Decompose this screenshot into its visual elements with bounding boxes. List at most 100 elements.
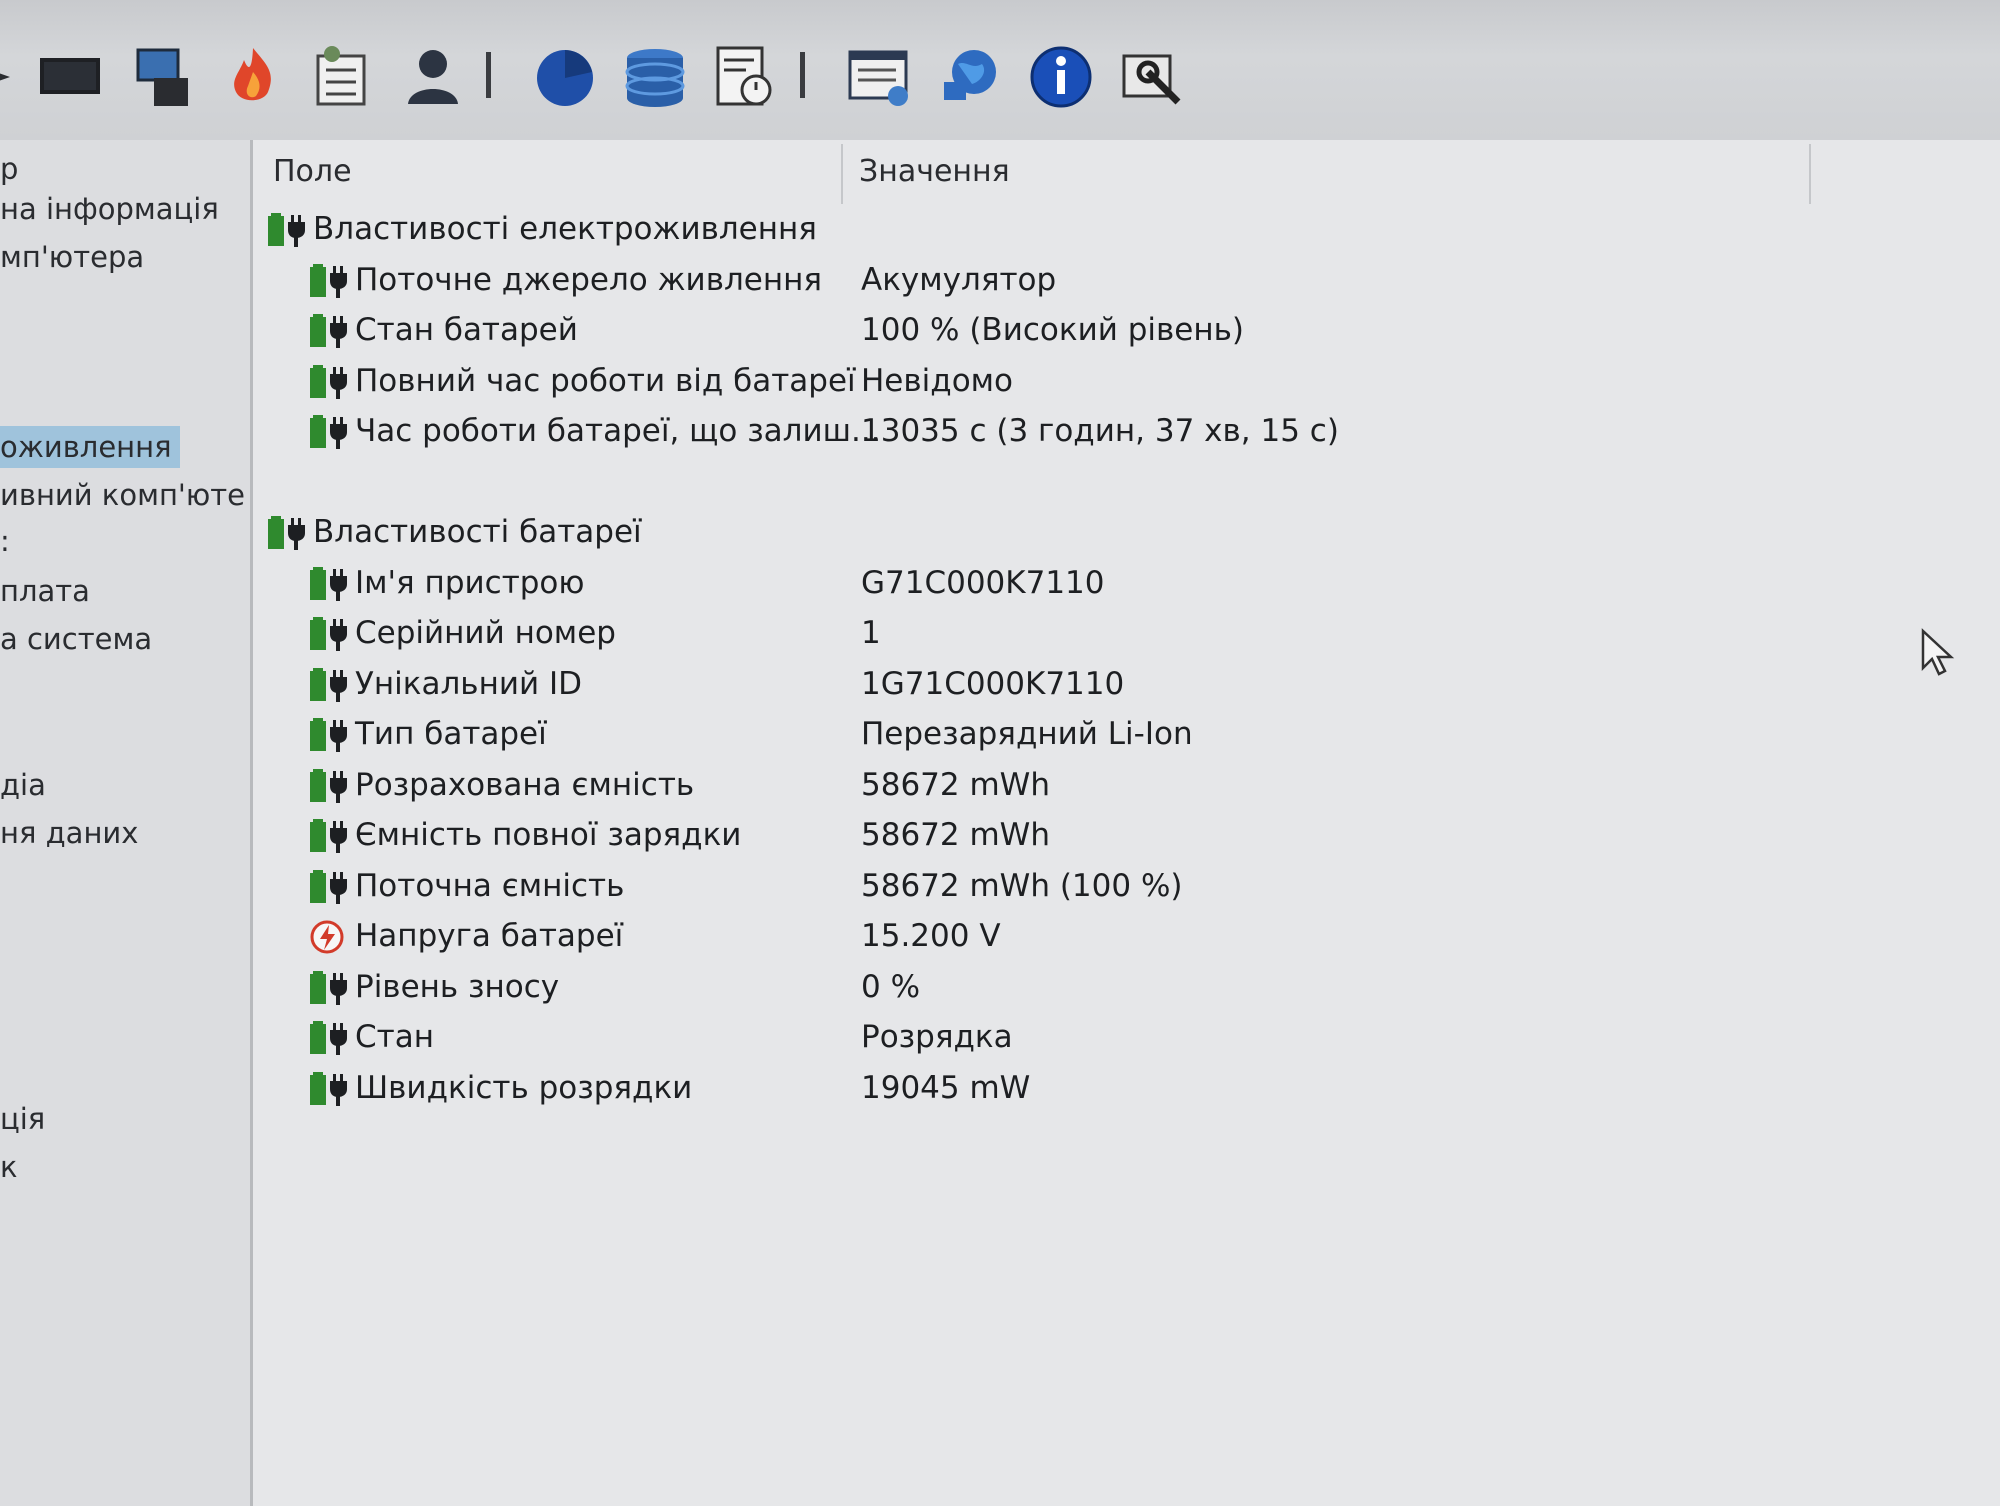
list-row[interactable]: Швидкість розрядки 19045 mW (253, 1063, 1953, 1113)
section-header[interactable]: Властивості батареї (253, 507, 1953, 557)
list-row[interactable]: Рівень зносу 0 % (253, 962, 1953, 1012)
field-label: Повний час роботи від батареї (355, 362, 856, 399)
monitor-icon[interactable] (36, 42, 106, 112)
tree-item[interactable]: на інформація (0, 188, 219, 230)
field-value: 1 (861, 615, 881, 651)
section-title: Властивості електроживлення (313, 211, 817, 247)
column-header-value[interactable]: Значення (859, 140, 1010, 204)
field-value: 58672 mWh (100 %) (861, 867, 1183, 904)
tree-item[interactable]: а система (0, 618, 152, 660)
battery-plug-icon (310, 1071, 347, 1106)
tools-icon[interactable] (1118, 42, 1188, 112)
battery-plug-icon (310, 263, 347, 298)
list-row[interactable]: Серійний номер 1 (253, 608, 1953, 658)
list-row[interactable]: Напруга батареї 15.200 V (253, 911, 1953, 961)
field-label: Стан батарей (355, 312, 578, 348)
field-label: Ім'я пристрою (355, 564, 585, 601)
field-value: 1G71C000K7110 (861, 665, 1125, 702)
toolbar (0, 0, 2000, 142)
info-icon[interactable] (1026, 42, 1096, 112)
field-value: G71C000K7110 (861, 564, 1105, 601)
column-header-field[interactable]: Поле (273, 140, 352, 204)
field-label: Унікальний ID (355, 665, 583, 702)
battery-plug-icon (310, 1021, 347, 1055)
field-value: 19045 mW (861, 1069, 1031, 1106)
list-row[interactable]: Ємність повної зарядки 58672 mWh (253, 810, 1953, 860)
mouse-cursor-icon (1921, 628, 1955, 676)
field-value: 58672 mWh (861, 817, 1050, 853)
toolbar-separator (486, 52, 491, 98)
battery-plug-icon (310, 314, 347, 348)
battery-plug-icon (268, 213, 305, 247)
field-value: Розрядка (861, 1019, 1013, 1055)
field-value: Перезарядний Li-Ion (861, 716, 1193, 752)
field-label: Час роботи батареї, що залиш... (355, 413, 881, 449)
list-row[interactable]: Унікальний ID 1G71C000K7110 (253, 659, 1953, 709)
battery-plug-icon (310, 566, 347, 601)
flame-icon[interactable] (218, 42, 288, 112)
list-row[interactable]: Поточна ємність 58672 mWh (100 %) (253, 861, 1953, 911)
field-value: 0 % (861, 968, 921, 1005)
battery-plug-icon (310, 970, 347, 1005)
pie-chart-icon[interactable] (530, 42, 600, 112)
field-label: Рівень зносу (355, 968, 560, 1005)
list-row[interactable]: Час роботи батареї, що залиш... 13035 с (… (253, 406, 1953, 456)
list-row[interactable]: Тип батареї Перезарядний Li-Ion (253, 709, 1953, 759)
list-row[interactable]: Поточне джерело живлення Акумулятор (253, 255, 1953, 305)
battery-plug-icon (310, 364, 347, 399)
tree-item[interactable]: ня даних (0, 812, 138, 854)
database-icon[interactable] (620, 42, 690, 112)
list-row[interactable]: Ім'я пристрою G71C000K7110 (253, 558, 1953, 608)
section-title: Властивості батареї (313, 514, 642, 550)
battery-plug-icon (310, 617, 347, 651)
field-value: 100 % (Високий рівень) (861, 312, 1244, 348)
column-divider[interactable] (1809, 144, 1811, 204)
list-row[interactable]: Стан батарей 100 % (Високий рівень) (253, 305, 1953, 355)
battery-plug-icon (310, 819, 347, 853)
battery-plug-icon (310, 768, 347, 803)
report-icon[interactable] (846, 42, 916, 112)
navigation-tree: р на інформація мп'ютера оживлення ивний… (0, 140, 253, 1506)
tree-item[interactable]: ція (0, 1098, 45, 1140)
field-label: Ємність повної зарядки (355, 817, 742, 853)
tree-item[interactable]: мп'ютера (0, 236, 144, 278)
user-icon[interactable] (398, 42, 468, 112)
report-clock-icon[interactable] (710, 42, 780, 112)
list-row[interactable]: Розрахована ємність 58672 mWh (253, 760, 1953, 810)
tree-item[interactable]: плата (0, 570, 90, 612)
field-value: 58672 mWh (861, 766, 1050, 803)
field-label: Поточна ємність (355, 867, 625, 904)
field-value: Невідомо (861, 362, 1014, 399)
battery-plug-icon (310, 718, 347, 752)
field-label: Стан (355, 1019, 434, 1055)
battery-plug-icon (310, 869, 347, 904)
battery-plug-icon (310, 415, 347, 449)
list-row[interactable]: Повний час роботи від батареї Невідомо (253, 356, 1953, 406)
field-label: Серійний номер (355, 615, 616, 651)
field-label: Тип батареї (355, 716, 547, 752)
column-divider[interactable] (841, 144, 843, 204)
field-value: 13035 с (3 годин, 37 хв, 15 с) (861, 413, 1339, 449)
arrow-icon[interactable] (0, 42, 40, 112)
network-globe-icon[interactable] (936, 42, 1006, 112)
task-list-icon[interactable] (308, 42, 378, 112)
tree-item[interactable]: діа (0, 764, 46, 806)
field-value: 15.200 V (861, 918, 1001, 954)
tree-item[interactable]: к (0, 1146, 18, 1188)
field-label: Поточне джерело живлення (355, 261, 823, 298)
tree-item[interactable]: : (0, 520, 10, 562)
list-row[interactable]: Стан Розрядка (253, 1012, 1953, 1062)
tree-item[interactable]: ивний комп'юте (0, 474, 245, 516)
tree-item-power-selected[interactable]: оживлення (0, 426, 180, 468)
field-label: Напруга батареї (355, 918, 624, 954)
toolbar-separator (800, 52, 805, 98)
computer-icon[interactable] (130, 42, 200, 112)
field-label: Розрахована ємність (355, 766, 695, 803)
battery-plug-icon (268, 516, 305, 550)
field-label: Швидкість розрядки (355, 1069, 693, 1106)
voltage-icon (310, 920, 344, 954)
tree-item[interactable]: р (0, 148, 18, 190)
details-list: Поле Значення Властивості електроживленн… (253, 140, 2000, 1506)
section-header[interactable]: Властивості електроживлення (253, 204, 1953, 254)
battery-plug-icon (310, 667, 347, 702)
